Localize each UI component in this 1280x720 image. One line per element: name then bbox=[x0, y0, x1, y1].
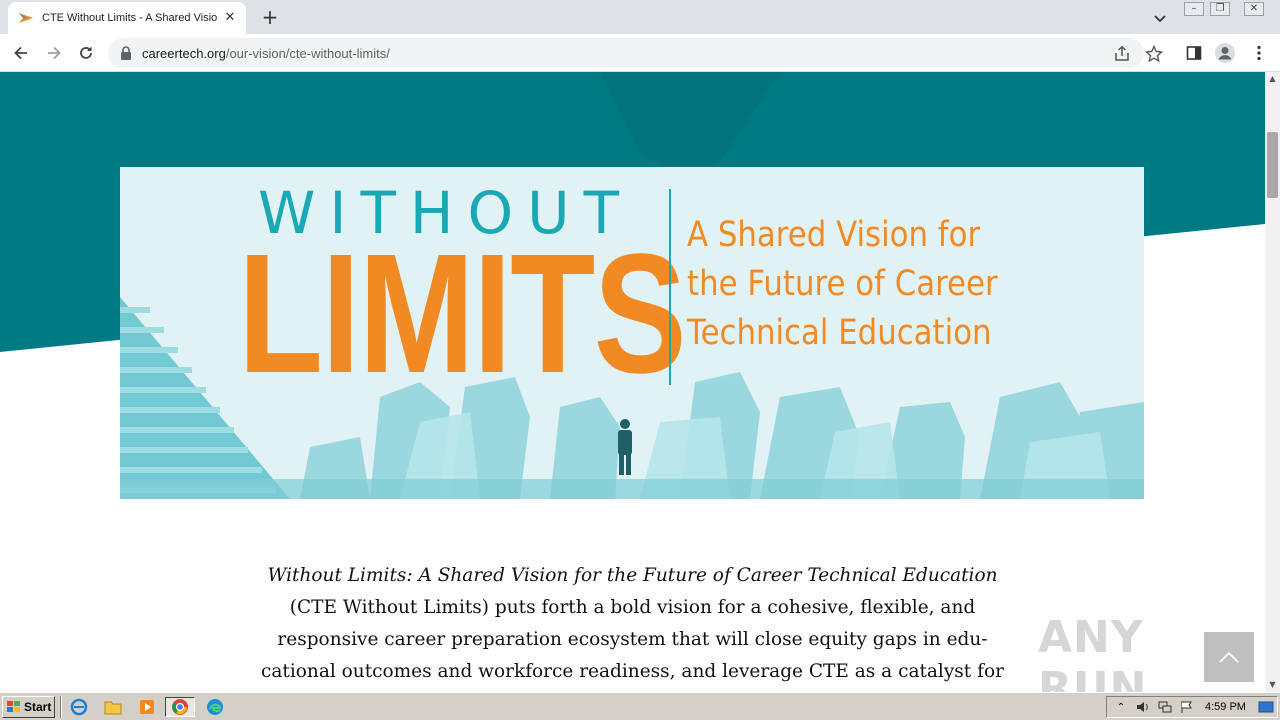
back-button[interactable] bbox=[9, 41, 33, 65]
start-label: Start bbox=[24, 700, 52, 714]
address-bar[interactable]: careertech.org/our-vision/cte-without-li… bbox=[108, 38, 1163, 68]
article-line: cational outcomes and workforce readines… bbox=[261, 661, 1004, 682]
person-silhouette bbox=[618, 419, 632, 475]
tagline-line: Technical Education bbox=[687, 313, 992, 353]
reload-button[interactable] bbox=[74, 41, 98, 65]
page-scrollbar[interactable]: ▲ ▼ bbox=[1265, 72, 1280, 692]
chrome-icon bbox=[172, 699, 188, 715]
edge-quicklaunch[interactable] bbox=[200, 697, 230, 717]
windows-taskbar: Start ⌃ 4:59 PM bbox=[0, 692, 1280, 720]
profile-button[interactable] bbox=[1214, 42, 1236, 64]
tab-search-chevron-icon[interactable] bbox=[1150, 8, 1170, 28]
scroll-up-arrow-icon[interactable]: ▲ bbox=[1265, 72, 1280, 86]
folder-icon bbox=[104, 701, 122, 715]
share-icon[interactable] bbox=[1113, 45, 1131, 63]
windows-logo-icon bbox=[7, 701, 20, 712]
bookmark-star-icon[interactable] bbox=[1145, 45, 1163, 63]
article-italic-title: Without Limits: A Shared Vision for the … bbox=[267, 565, 998, 586]
chrome-taskbar-button[interactable] bbox=[165, 697, 195, 717]
back-to-top-button[interactable] bbox=[1204, 632, 1254, 682]
article-line: responsive career preparation ecosystem … bbox=[277, 629, 988, 650]
forward-arrow-icon bbox=[48, 46, 61, 60]
system-tray: ⌃ 4:59 PM bbox=[1106, 696, 1278, 718]
chevron-up-icon bbox=[1219, 651, 1239, 663]
reload-icon bbox=[80, 46, 92, 59]
network-icon[interactable] bbox=[1157, 699, 1173, 715]
tray-expand-icon[interactable]: ⌃ bbox=[1113, 699, 1129, 715]
url-path: /our-vision/cte-without-limits/ bbox=[225, 45, 390, 61]
media-player-quicklaunch[interactable] bbox=[132, 697, 162, 717]
profile-avatar-icon bbox=[1215, 43, 1235, 63]
site-favicon-icon bbox=[19, 13, 33, 23]
article-line: (CTE Without Limits) puts forth a bold v… bbox=[289, 597, 976, 618]
volume-icon[interactable] bbox=[1135, 699, 1151, 715]
forward-button[interactable] bbox=[42, 41, 66, 65]
explorer-quicklaunch[interactable] bbox=[98, 697, 128, 717]
tab-strip: CTE Without Limits - A Shared Vision ✕ +… bbox=[0, 0, 1280, 34]
show-desktop-icon[interactable] bbox=[1258, 699, 1274, 715]
edge-icon bbox=[207, 699, 223, 715]
kebab-menu-icon bbox=[1257, 45, 1261, 61]
url-text: careertech.org/our-vision/cte-without-li… bbox=[142, 46, 390, 61]
browser-tab-active[interactable]: CTE Without Limits - A Shared Vision ✕ bbox=[8, 2, 246, 34]
article-intro: Without Limits: A Shared Vision for the … bbox=[250, 560, 1015, 688]
ie-quicklaunch[interactable] bbox=[64, 697, 94, 717]
taskbar-separator bbox=[60, 696, 62, 718]
side-panel-icon bbox=[1186, 46, 1202, 60]
tagline-line: the Future of Career bbox=[687, 264, 998, 304]
side-panel-button[interactable] bbox=[1183, 42, 1205, 64]
minimize-button[interactable]: – bbox=[1184, 2, 1204, 16]
lock-icon[interactable] bbox=[120, 46, 132, 60]
banner-word-limits: LIMITS bbox=[238, 219, 687, 409]
new-tab-button[interactable]: + bbox=[258, 5, 282, 29]
tab-close-icon[interactable]: ✕ bbox=[222, 10, 238, 26]
internet-explorer-icon bbox=[70, 698, 88, 716]
browser-menu-button[interactable] bbox=[1248, 42, 1270, 64]
banner-tagline: A Shared Vision for the Future of Career… bbox=[687, 211, 1057, 358]
scroll-down-arrow-icon[interactable]: ▼ bbox=[1265, 678, 1280, 692]
banner-divider bbox=[669, 189, 671, 385]
close-window-button[interactable]: ✕ bbox=[1244, 2, 1264, 16]
tagline-line: A Shared Vision for bbox=[687, 215, 981, 255]
media-player-icon bbox=[140, 700, 154, 714]
back-arrow-icon bbox=[14, 46, 27, 60]
scrollbar-thumb[interactable] bbox=[1267, 132, 1278, 198]
browser-toolbar: careertech.org/our-vision/cte-without-li… bbox=[0, 34, 1280, 72]
taskbar-clock[interactable]: 4:59 PM bbox=[1205, 701, 1246, 713]
web-page: WITHOUT LIMITS A Shared Vision for the F… bbox=[0, 72, 1265, 692]
url-domain: careertech.org bbox=[142, 45, 226, 61]
without-limits-banner: WITHOUT LIMITS A Shared Vision for the F… bbox=[120, 167, 1144, 499]
restore-button[interactable]: ❐ bbox=[1210, 2, 1230, 16]
tab-title: CTE Without Limits - A Shared Vision bbox=[42, 12, 217, 24]
action-center-flag-icon[interactable] bbox=[1179, 699, 1195, 715]
start-button[interactable]: Start bbox=[2, 696, 55, 718]
